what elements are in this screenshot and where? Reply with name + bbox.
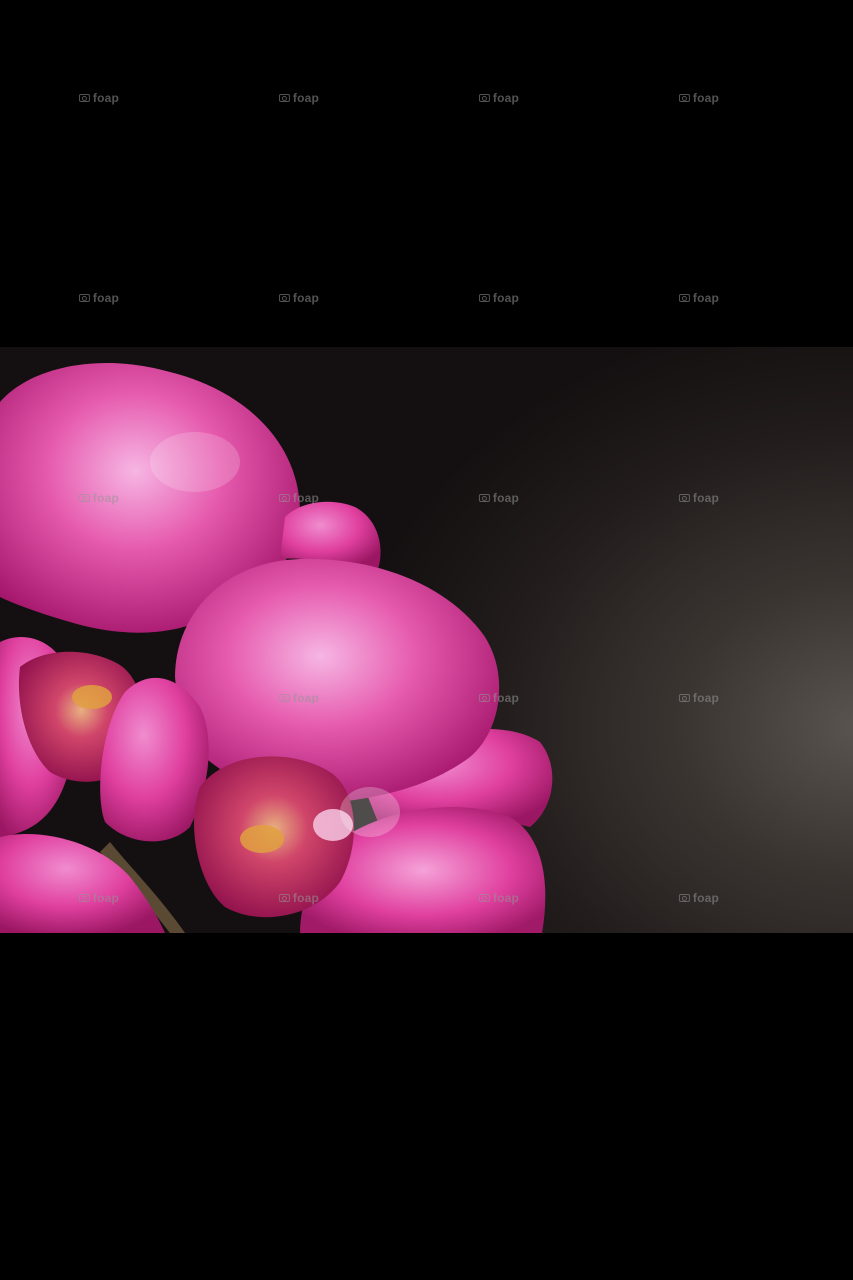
orchid-center: [72, 685, 112, 709]
watermark-text: foap: [692, 91, 720, 105]
camera-icon: [78, 294, 90, 302]
camera-icon: [678, 94, 690, 102]
camera-icon: [678, 294, 690, 302]
watermark-text: foap: [92, 291, 120, 305]
watermark: foap: [78, 291, 120, 305]
camera-icon: [478, 294, 490, 302]
watermark: foap: [678, 91, 720, 105]
watermark: foap: [478, 91, 520, 105]
watermark: foap: [678, 291, 720, 305]
orchid-center: [240, 825, 284, 853]
watermark-text: foap: [92, 91, 120, 105]
orchid-petal: [280, 501, 381, 569]
orchid-petal: [175, 558, 500, 803]
watermark: foap: [278, 291, 320, 305]
watermark-text: foap: [292, 291, 320, 305]
watermark-text: foap: [692, 291, 720, 305]
watermark: foap: [478, 291, 520, 305]
orchid-illustration: [0, 363, 553, 933]
camera-icon: [78, 94, 90, 102]
watermark: foap: [78, 91, 120, 105]
watermark-text: foap: [292, 91, 320, 105]
watermark-text: foap: [492, 91, 520, 105]
camera-icon: [478, 94, 490, 102]
camera-icon: [278, 294, 290, 302]
orchid-photo: [0, 347, 853, 933]
camera-icon: [278, 94, 290, 102]
watermark-text: foap: [492, 291, 520, 305]
watermark: foap: [278, 91, 320, 105]
image-viewer: foap foap foap foap foap foap foap foap …: [0, 0, 853, 1280]
